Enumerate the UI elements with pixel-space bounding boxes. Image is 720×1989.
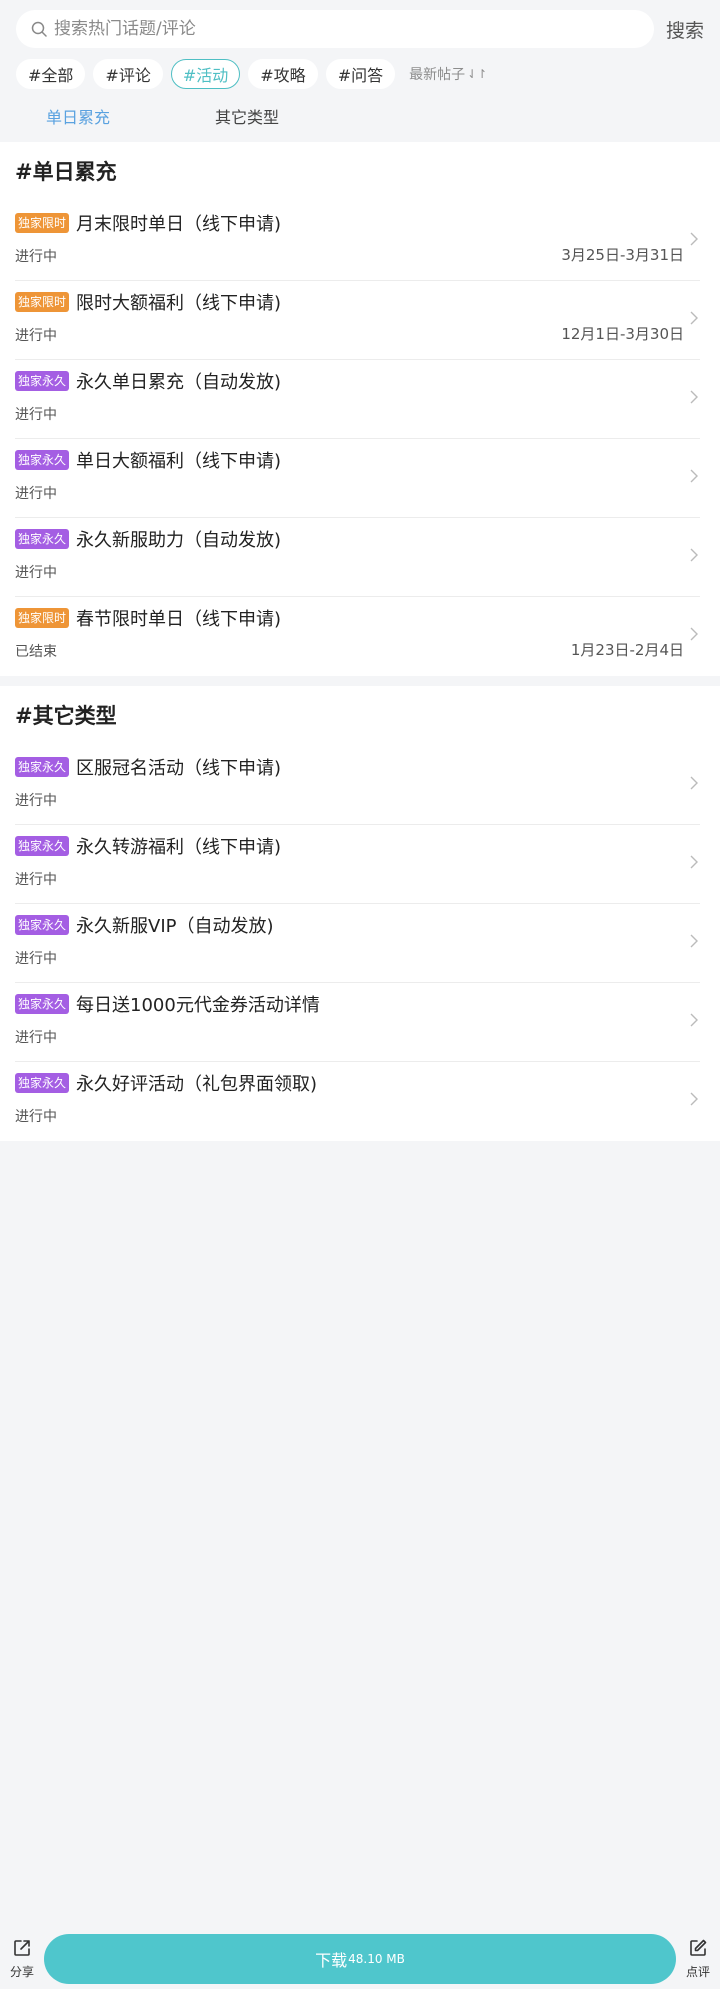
subtab-other-types[interactable]: 其它类型: [215, 104, 279, 128]
item-title: 永久转游福利（线下申请): [76, 837, 282, 858]
section-title: #其它类型: [15, 704, 117, 728]
item-badge: 独家永久: [15, 994, 70, 1014]
chevron-right-icon: [688, 1011, 700, 1029]
download-label: 下载: [315, 1951, 348, 1970]
item-status: 进行中: [15, 951, 57, 967]
section-title: #单日累充: [15, 160, 117, 184]
list-item[interactable]: 独家永久 永久单日累充（自动发放) 进行中: [15, 360, 700, 439]
item-title: 春节限时单日（线下申请): [76, 609, 282, 630]
search-icon: [28, 18, 50, 40]
item-date: 3月25日-3月31日: [561, 246, 684, 264]
subtab-daily-recharge[interactable]: 单日累充: [46, 104, 110, 128]
list-item[interactable]: 独家永久 永久新服助力（自动发放) 进行中: [15, 518, 700, 597]
item-status: 进行中: [15, 486, 57, 502]
item-title: 单日大额福利（线下申请): [76, 451, 282, 472]
share-icon: [12, 1938, 32, 1962]
search-input[interactable]: [54, 19, 574, 39]
download-button[interactable]: 下载 48.10 MB: [44, 1934, 676, 1984]
search-button[interactable]: 搜索: [664, 16, 704, 43]
list-item[interactable]: 独家永久 单日大额福利（线下申请) 进行中: [15, 439, 700, 518]
item-badge: 独家永久: [15, 757, 70, 777]
item-status: 进行中: [15, 407, 57, 423]
subtab-bar: 单日累充 其它类型: [16, 90, 704, 142]
download-size: 48.10 MB: [348, 1952, 405, 1966]
item-title: 永久单日累充（自动发放): [76, 372, 282, 393]
item-title: 限时大额福利（线下申请): [76, 293, 282, 314]
chevron-right-icon: [688, 467, 700, 485]
review-label: 点评: [685, 1965, 710, 1979]
search-box[interactable]: [16, 10, 654, 48]
tag-filter-row: #全部 #评论 #活动 #攻略 #问答 最新帖子 ⇃↾: [16, 58, 704, 90]
list-item[interactable]: 独家永久 永久好评活动（礼包界面领取) 进行中: [15, 1062, 700, 1141]
chevron-right-icon: [688, 1090, 700, 1108]
item-title: 月末限时单日（线下申请): [76, 214, 282, 235]
item-date: 12月1日-3月30日: [561, 325, 684, 343]
list-item[interactable]: 独家限时 月末限时单日（线下申请) 进行中 3月25日-3月31日: [15, 202, 700, 281]
list-item[interactable]: 独家永久 每日送1000元代金券活动详情 进行中: [15, 983, 700, 1062]
item-status: 进行中: [15, 328, 57, 344]
tag-all[interactable]: #全部: [16, 59, 86, 89]
item-badge: 独家永久: [15, 836, 70, 856]
item-status: 进行中: [15, 1030, 57, 1046]
share-label: 分享: [9, 1965, 34, 1979]
item-status: 进行中: [15, 565, 57, 581]
chevron-right-icon: [688, 546, 700, 564]
item-badge: 独家限时: [15, 608, 70, 628]
section-other-types: #其它类型 独家永久 区服冠名活动（线下申请) 进行中 独家永久 永久转游福利（线下…: [0, 686, 720, 1141]
item-badge: 独家永久: [15, 1073, 70, 1093]
item-badge: 独家永久: [15, 915, 70, 935]
item-status: 已结束: [15, 644, 57, 660]
item-title: 永久好评活动（礼包界面领取): [76, 1074, 318, 1095]
item-badge: 独家永久: [15, 450, 70, 470]
item-status: 进行中: [15, 249, 57, 265]
header: 搜索 #全部 #评论 #活动 #攻略 #问答 最新帖子 ⇃↾ 单日累充 其它类型: [0, 0, 720, 142]
item-status: 进行中: [15, 872, 57, 888]
item-status: 进行中: [15, 1109, 57, 1125]
chevron-right-icon: [688, 625, 700, 643]
section-daily-recharge: #单日累充 独家限时 月末限时单日（线下申请) 进行中 3月25日-3月31日 独…: [0, 142, 720, 676]
tag-qa[interactable]: #问答: [325, 59, 396, 89]
list-item[interactable]: 独家永久 永久转游福利（线下申请) 进行中: [15, 825, 700, 904]
edit-review-icon: [688, 1938, 708, 1962]
share-button[interactable]: 分享: [0, 1938, 44, 1980]
chevron-right-icon: [688, 388, 700, 406]
item-title: 每日送1000元代金券活动详情: [76, 995, 320, 1016]
sort-arrows-icon: ⇃↾: [467, 67, 488, 81]
sort-label: 最新帖子: [409, 67, 466, 83]
item-title: 永久新服助力（自动发放): [76, 530, 282, 551]
sort-toggle[interactable]: 最新帖子 ⇃↾: [409, 64, 487, 84]
item-status: 进行中: [15, 793, 57, 809]
chevron-right-icon: [688, 230, 700, 248]
tag-comments[interactable]: #评论: [93, 59, 163, 89]
search-row: 搜索: [16, 10, 704, 48]
list-item[interactable]: 独家永久 永久新服VIP（自动发放) 进行中: [15, 904, 700, 983]
tag-guides[interactable]: #攻略: [248, 59, 318, 89]
list-item[interactable]: 独家限时 春节限时单日（线下申请) 已结束 1月23日-2月4日: [15, 597, 700, 676]
chevron-right-icon: [688, 932, 700, 950]
chevron-right-icon: [688, 853, 700, 871]
item-badge: 独家永久: [15, 529, 70, 549]
item-title: 永久新服VIP（自动发放): [76, 916, 274, 937]
review-button[interactable]: 点评: [676, 1938, 720, 1980]
item-badge: 独家限时: [15, 213, 70, 233]
item-title: 区服冠名活动（线下申请): [76, 758, 282, 779]
item-date: 1月23日-2月4日: [570, 641, 684, 659]
list-item[interactable]: 独家限时 限时大额福利（线下申请) 进行中 12月1日-3月30日: [15, 281, 700, 360]
item-badge: 独家永久: [15, 371, 70, 391]
chevron-right-icon: [688, 309, 700, 327]
list-item[interactable]: 独家永久 区服冠名活动（线下申请) 进行中: [15, 746, 700, 825]
chevron-right-icon: [688, 774, 700, 792]
tag-events[interactable]: #活动: [170, 59, 241, 89]
bottom-action-bar: 分享 下载 48.10 MB 点评: [0, 1929, 720, 1989]
item-badge: 独家限时: [15, 292, 70, 312]
